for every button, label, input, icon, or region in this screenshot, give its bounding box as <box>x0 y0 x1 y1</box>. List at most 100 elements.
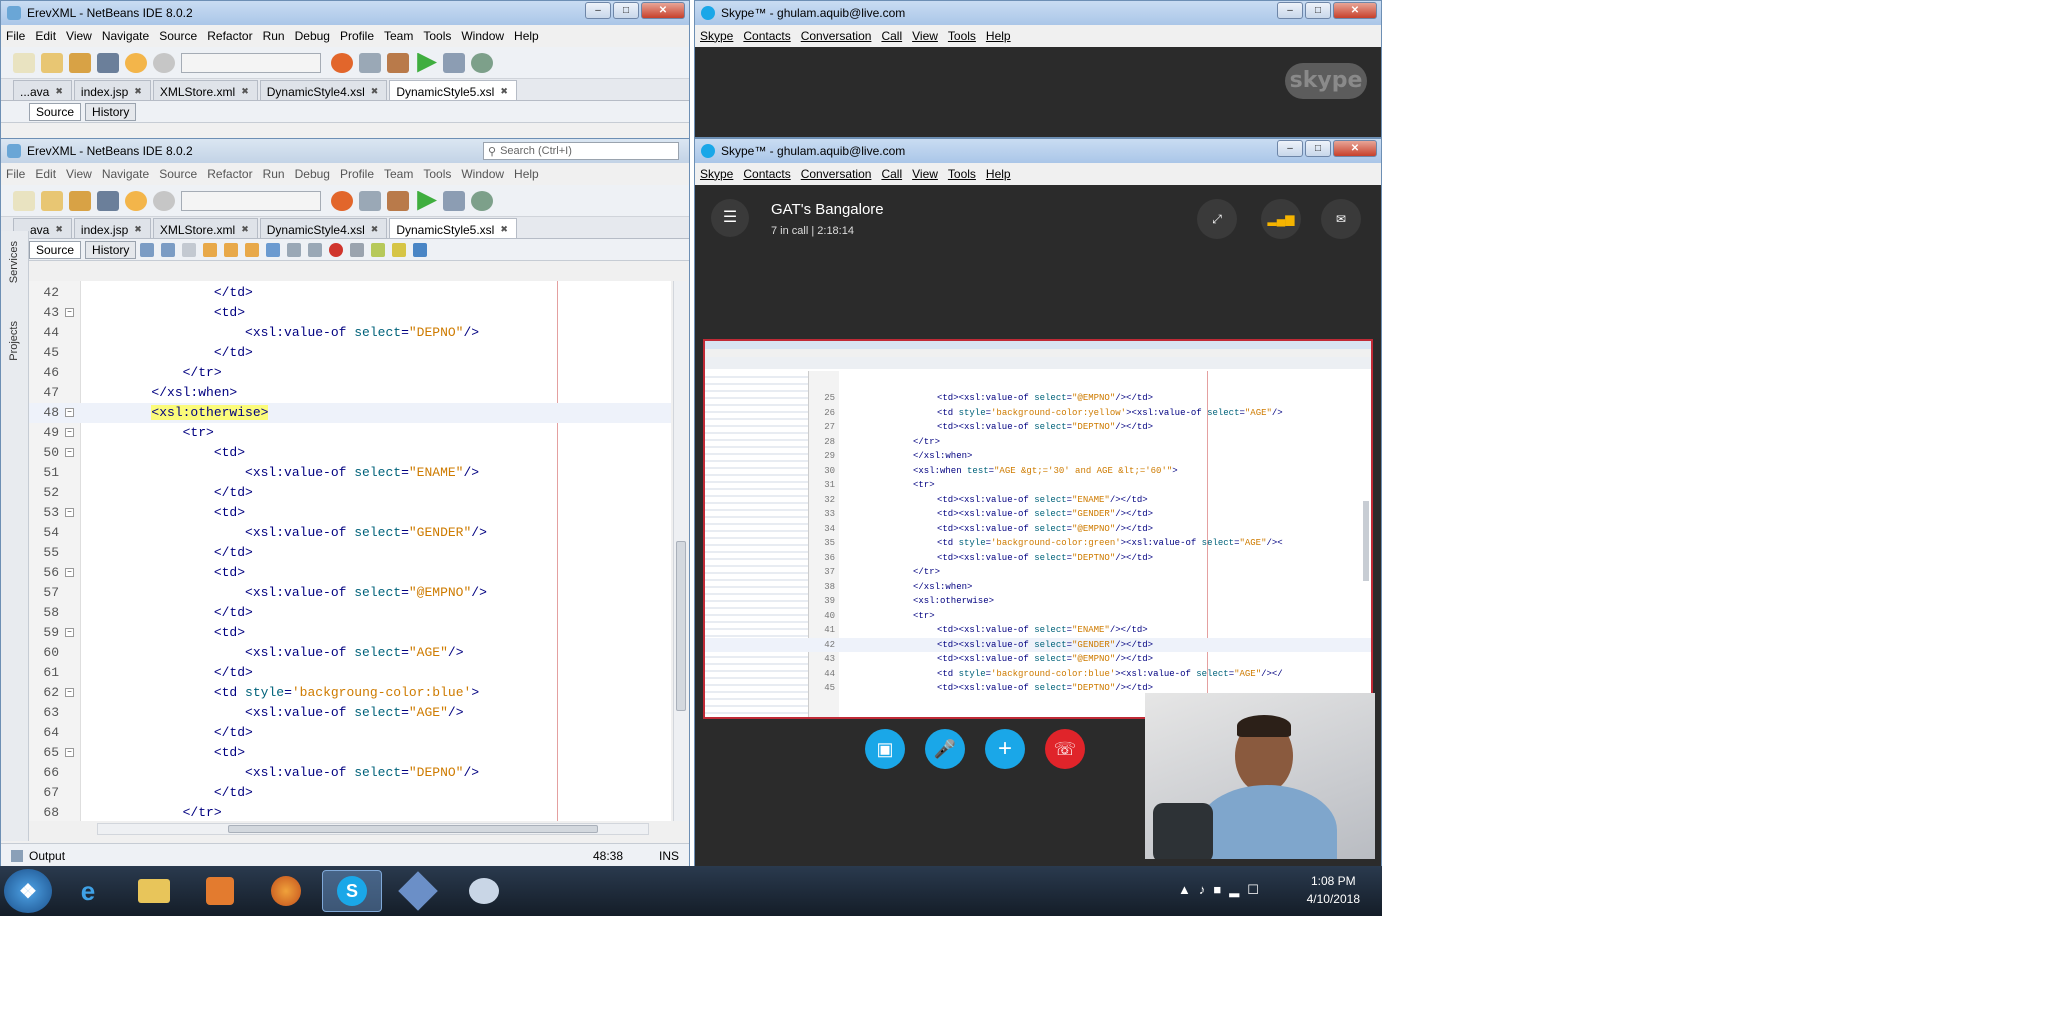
menu-item-run[interactable]: Run <box>263 167 285 181</box>
netbeans-window-back[interactable]: ErevXML - NetBeans IDE 8.0.2 – □ ✕ File E… <box>0 0 690 150</box>
skype-titlebar[interactable]: Skype™ - ghulam.aquib@live.com – □ ✕ <box>695 139 1381 163</box>
menu-item-edit[interactable]: Edit <box>35 167 56 181</box>
fullscreen-button[interactable]: ⤢ <box>1197 199 1237 239</box>
menu-item-view[interactable]: View <box>66 167 92 181</box>
record-macro-icon[interactable] <box>329 242 344 257</box>
tab-close-icon[interactable]: ✖ <box>134 86 142 97</box>
firefox-icon[interactable] <box>256 870 316 912</box>
skype-taskbar-icon[interactable]: S <box>322 870 382 912</box>
tab-close-icon[interactable]: ✖ <box>241 224 249 235</box>
code-line[interactable]: 55 </td> <box>29 543 671 563</box>
services-panel-label[interactable]: Services <box>8 241 20 283</box>
new-file-icon[interactable] <box>13 52 35 73</box>
menu-item-run[interactable]: Run <box>263 29 285 43</box>
menu-item-tools[interactable]: Tools <box>948 29 976 43</box>
menu-item-call[interactable]: Call <box>881 167 902 181</box>
menu-item-tools[interactable]: Tools <box>423 29 451 43</box>
menu-item-conversation[interactable]: Conversation <box>801 167 872 181</box>
undo-icon[interactable] <box>125 190 147 211</box>
fold-toggle-icon[interactable]: − <box>65 448 74 457</box>
find-icon[interactable] <box>182 242 197 257</box>
tray-icons[interactable]: ▲♪■▂☐ <box>1178 882 1267 898</box>
menu-item-profile[interactable]: Profile <box>340 167 374 181</box>
menu-item-profile[interactable]: Profile <box>340 29 374 43</box>
code-line[interactable]: 45 </td> <box>29 343 671 363</box>
code-line[interactable]: 51 <xsl:value-of select="ENAME"/> <box>29 463 671 483</box>
menu-item-navigate[interactable]: Navigate <box>102 29 149 43</box>
debug-icon[interactable] <box>443 190 465 211</box>
menu-item-conversation[interactable]: Conversation <box>801 29 872 43</box>
back-icon[interactable] <box>140 242 155 257</box>
code-line[interactable]: 67 </td> <box>29 783 671 803</box>
build-icon[interactable] <box>359 190 381 211</box>
fold-toggle-icon[interactable]: − <box>65 508 74 517</box>
file-explorer-icon[interactable] <box>124 870 184 912</box>
tab-close-icon[interactable]: ✖ <box>500 86 508 97</box>
maximize-button[interactable]: □ <box>613 2 639 19</box>
firefox-run-icon[interactable] <box>331 52 353 73</box>
code-line[interactable]: 58 </td> <box>29 603 671 623</box>
code-line[interactable]: 54 <xsl:value-of select="GENDER"/> <box>29 523 671 543</box>
code-line[interactable]: 68 </tr> <box>29 803 671 823</box>
code-line[interactable]: 44 <xsl:value-of select="DEPNO"/> <box>29 323 671 343</box>
code-line[interactable]: 66 <xsl:value-of select="DEPNO"/> <box>29 763 671 783</box>
code-line[interactable]: 65− <td> <box>29 743 671 763</box>
tab-close-icon[interactable]: ✖ <box>55 86 63 97</box>
open-project-icon[interactable] <box>69 190 91 211</box>
clean-build-icon[interactable] <box>387 52 409 73</box>
output-tab[interactable]: Output <box>29 849 65 863</box>
fold-toggle-icon[interactable]: − <box>65 408 74 417</box>
history-button[interactable]: History <box>85 240 137 259</box>
fold-toggle-icon[interactable]: − <box>65 568 74 577</box>
projects-panel-label[interactable]: Projects <box>8 321 20 361</box>
minimize-button[interactable]: – <box>585 2 611 19</box>
code-line[interactable]: 47 </xsl:when> <box>29 383 671 403</box>
search-field[interactable]: ⚲ Search (Ctrl+I) <box>483 142 679 160</box>
source-button[interactable]: Source <box>29 102 82 121</box>
forward-icon[interactable] <box>161 242 176 257</box>
menu-item-help[interactable]: Help <box>986 167 1011 181</box>
menu-item-contacts[interactable]: Contacts <box>743 29 790 43</box>
media-player-icon[interactable] <box>190 870 250 912</box>
code-line[interactable]: 52 </td> <box>29 483 671 503</box>
menu-item-source[interactable]: Source <box>159 29 197 43</box>
skype-window-back[interactable]: Skype™ - ghulam.aquib@live.com – □ ✕ Sky… <box>694 0 1382 138</box>
editor-tab[interactable]: index.jsp ✖ <box>73 80 151 100</box>
toggle-bookmark-icon[interactable] <box>266 242 281 257</box>
fold-toggle-icon[interactable]: − <box>65 628 74 637</box>
code-editor[interactable]: 42 </td> 43− <td> 44 <xsl:value-of select=… <box>29 281 671 821</box>
config-select[interactable] <box>181 190 321 211</box>
code-line[interactable]: 56− <td> <box>29 563 671 583</box>
config-select[interactable] <box>181 52 321 73</box>
editor-tab[interactable]: DynamicStyle5.xsl ✖ <box>389 80 517 100</box>
menu-item-skype[interactable]: Skype <box>700 29 733 43</box>
profile-icon[interactable] <box>471 190 493 211</box>
call-list-button[interactable]: ☰ <box>711 199 749 237</box>
editor-tab[interactable]: DynamicStyle4.xsl ✖ <box>259 80 388 100</box>
maximize-button[interactable]: □ <box>1305 2 1331 19</box>
run-xsl-icon[interactable] <box>413 242 428 257</box>
toggle-highlight-icon[interactable] <box>245 242 260 257</box>
code-line[interactable]: 53− <td> <box>29 503 671 523</box>
maximize-button[interactable]: □ <box>1305 140 1331 157</box>
firefox-run-icon[interactable] <box>331 190 353 211</box>
netbeans-titlebar[interactable]: ErevXML - NetBeans IDE 8.0.2 ⚲ Search (C… <box>1 139 689 163</box>
menu-item-edit[interactable]: Edit <box>35 29 56 43</box>
clock[interactable]: 1:08 PM 4/10/2018 <box>1307 872 1360 908</box>
menu-item-window[interactable]: Window <box>461 167 504 181</box>
chat-button[interactable]: ✉ <box>1321 199 1361 239</box>
editor-tab[interactable]: XMLStore.xml ✖ <box>152 80 258 100</box>
close-button[interactable]: ✕ <box>1333 2 1377 19</box>
build-icon[interactable] <box>359 52 381 73</box>
menu-item-help[interactable]: Help <box>514 167 539 181</box>
hang-up-button[interactable]: ☏ <box>1045 729 1085 769</box>
run-icon[interactable] <box>417 52 437 73</box>
internet-explorer-icon[interactable]: e <box>58 870 118 912</box>
code-line[interactable]: 50− <td> <box>29 443 671 463</box>
menu-item-source[interactable]: Source <box>159 167 197 181</box>
menu-item-help[interactable]: Help <box>986 29 1011 43</box>
new-project-icon[interactable] <box>41 190 63 211</box>
code-line[interactable]: 61 </td> <box>29 663 671 683</box>
code-line[interactable]: 57 <xsl:value-of select="@EMPNO"/> <box>29 583 671 603</box>
close-button[interactable]: ✕ <box>641 2 685 19</box>
